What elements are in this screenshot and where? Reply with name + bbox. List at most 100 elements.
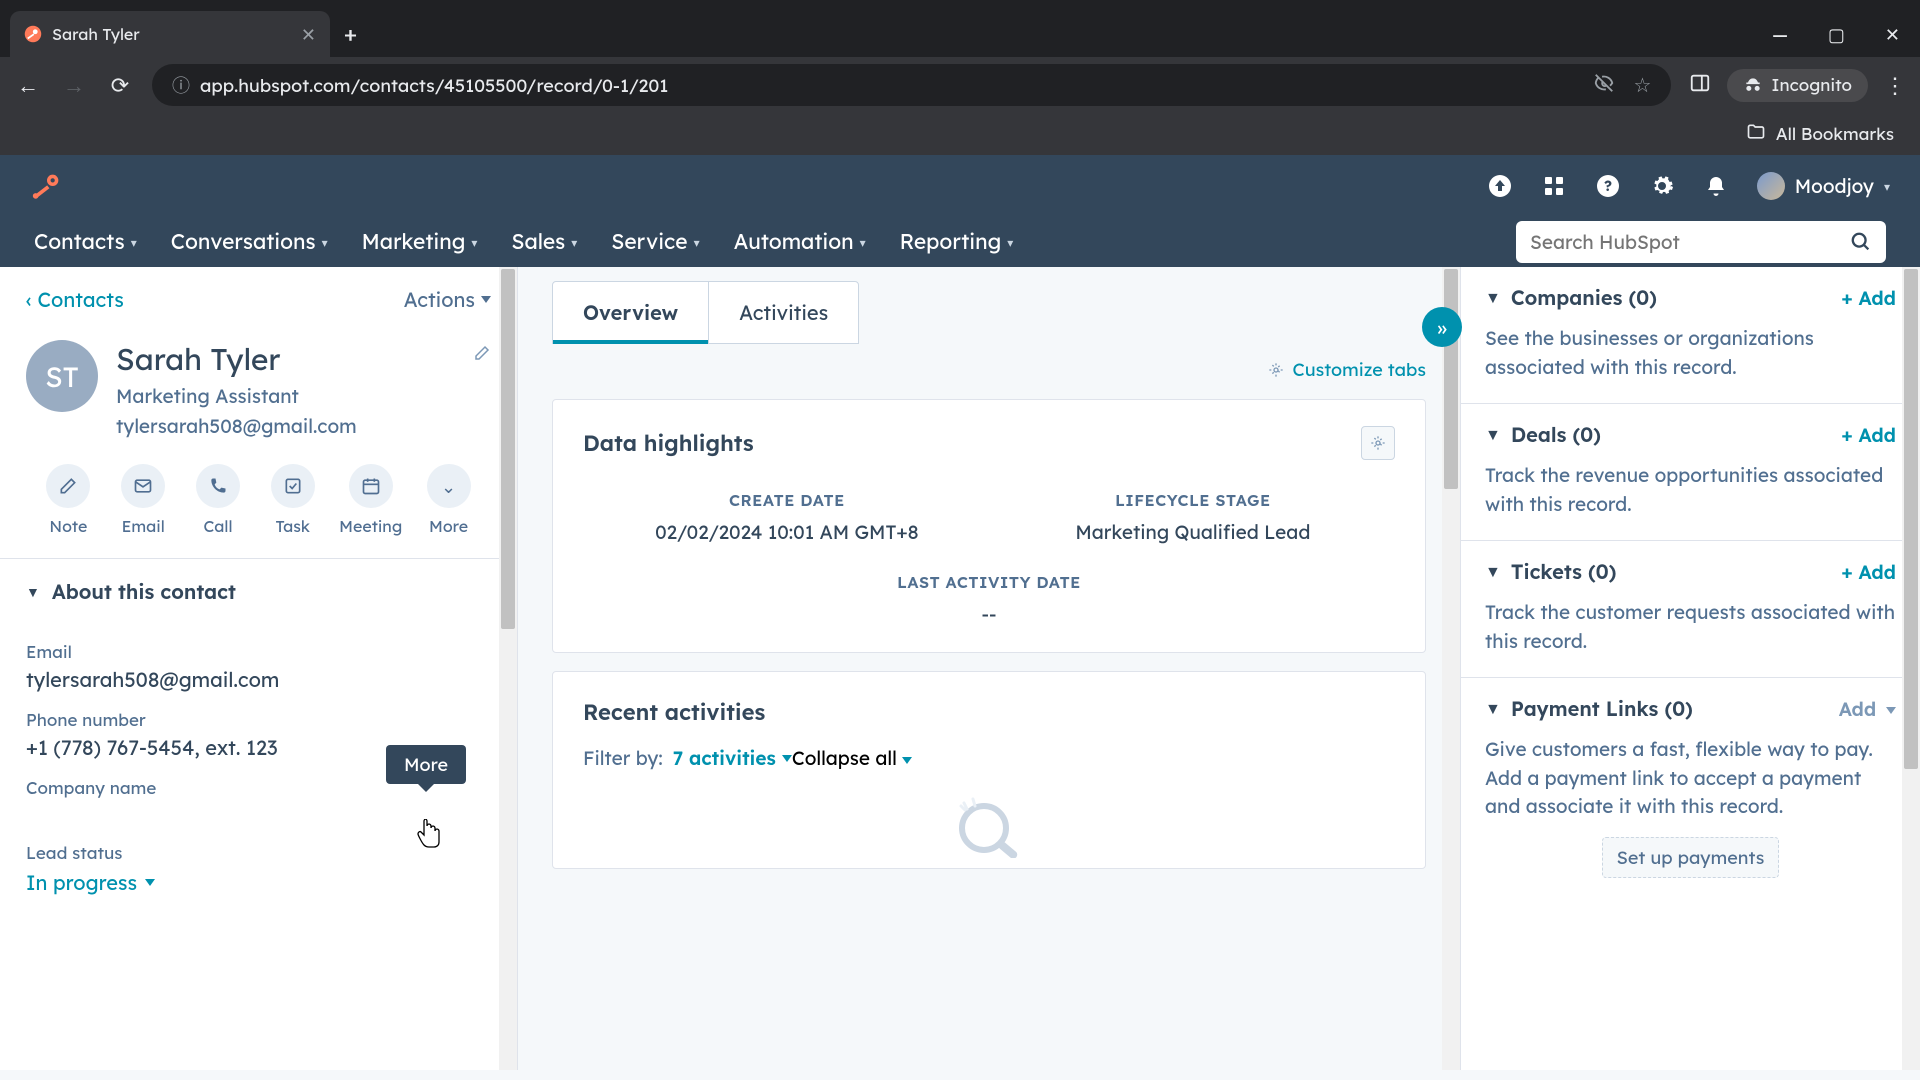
caret-down-icon (782, 755, 792, 762)
settings-gear-icon[interactable] (1649, 173, 1675, 199)
more-tooltip: More (386, 745, 466, 784)
global-search[interactable] (1516, 221, 1886, 263)
back-to-contacts-link[interactable]: ‹ Contacts (26, 287, 124, 312)
action-call[interactable]: Call (190, 464, 247, 536)
user-avatar-icon (1757, 172, 1785, 200)
last-activity-label: LAST ACTIVITY DATE (583, 572, 1395, 592)
nav-forward-icon[interactable]: → (60, 71, 88, 99)
marketplace-icon[interactable] (1541, 173, 1567, 199)
action-email[interactable]: Email (115, 464, 172, 536)
companies-panel: ▼ Companies (0) + Add See the businesses… (1461, 267, 1920, 404)
incognito-chip[interactable]: Incognito (1727, 69, 1868, 102)
payment-links-panel: ▼ Payment Links (0) Add Give customers a… (1461, 678, 1920, 900)
deals-add-button[interactable]: + Add (1841, 423, 1896, 447)
window-close-icon[interactable]: ✕ (1885, 23, 1900, 46)
companies-add-button[interactable]: + Add (1841, 286, 1896, 310)
hubspot-logo-icon[interactable] (30, 169, 64, 203)
deals-title[interactable]: Deals (0) (1511, 422, 1601, 447)
field-value-email[interactable]: tylersarah508@gmail.com (26, 667, 491, 692)
contact-email: tylersarah508@gmail.com (116, 414, 357, 438)
caret-down-icon[interactable]: ▼ (1485, 561, 1501, 582)
action-note[interactable]: Note (40, 464, 97, 536)
tickets-panel: ▼ Tickets (0) + Add Track the customer r… (1461, 541, 1920, 678)
nav-automation[interactable]: Automation▾ (734, 229, 866, 255)
nav-reload-icon[interactable]: ⟳ (106, 71, 134, 99)
about-contact-toggle[interactable]: ▼ About this contact (0, 558, 517, 624)
chevron-down-icon: ⌄ (441, 475, 456, 498)
bookmark-star-icon[interactable]: ☆ (1633, 72, 1651, 99)
field-label-phone: Phone number (26, 710, 491, 731)
hubspot-favicon-icon (24, 25, 42, 43)
svg-text:?: ? (1604, 176, 1612, 195)
nav-reporting[interactable]: Reporting▾ (900, 229, 1014, 255)
filter-activities-dropdown[interactable]: 7 activities (673, 746, 792, 770)
expand-right-button[interactable]: » (1422, 307, 1462, 347)
action-task[interactable]: Task (264, 464, 321, 536)
window-minimize-icon[interactable]: ― (1772, 23, 1788, 46)
nav-service[interactable]: Service▾ (611, 229, 699, 255)
action-meeting[interactable]: Meeting (339, 464, 402, 536)
tab-overview[interactable]: Overview (553, 282, 709, 343)
caret-down-icon[interactable]: ▼ (1485, 287, 1501, 308)
nav-contacts[interactable]: Contacts▾ (34, 229, 137, 255)
empty-state-illustration (583, 788, 1395, 858)
eye-off-icon[interactable] (1593, 72, 1615, 99)
search-input[interactable] (1530, 230, 1850, 254)
setup-payments-button[interactable]: Set up payments (1602, 837, 1780, 878)
recent-activities-card: Recent activities Filter by: 7 activitie… (552, 671, 1426, 869)
chrome-menu-icon[interactable]: ⋮ (1884, 71, 1906, 99)
payment-links-title[interactable]: Payment Links (0) (1511, 696, 1693, 721)
create-date-label: CREATE DATE (655, 490, 919, 510)
contact-name: Sarah Tyler (116, 340, 357, 378)
all-bookmarks-link[interactable]: All Bookmarks (1776, 124, 1894, 145)
companies-title[interactable]: Companies (0) (1511, 285, 1657, 310)
caret-down-icon (1886, 707, 1896, 714)
tickets-title[interactable]: Tickets (0) (1511, 559, 1617, 584)
lifecycle-stage-value: Marketing Qualified Lead (1063, 520, 1323, 544)
caret-down-icon[interactable]: ▼ (1485, 698, 1501, 719)
notifications-bell-icon[interactable] (1703, 173, 1729, 199)
nav-marketing[interactable]: Marketing▾ (362, 229, 478, 255)
center-scrollbar[interactable] (1442, 267, 1460, 1070)
user-menu[interactable]: Moodjoy ▾ (1757, 172, 1890, 200)
tab-activities[interactable]: Activities (709, 282, 858, 343)
right-scrollbar[interactable] (1902, 267, 1920, 1070)
incognito-label: Incognito (1771, 75, 1852, 96)
tickets-body: Track the customer requests associated w… (1485, 598, 1896, 655)
contact-avatar[interactable]: ST (26, 340, 98, 412)
url-bar[interactable]: ⓘ app.hubspot.com/contacts/45105500/reco… (152, 64, 1671, 106)
folder-icon (1746, 122, 1766, 147)
chevron-down-icon: ▾ (1884, 179, 1890, 194)
side-panel-icon[interactable] (1689, 72, 1711, 98)
caret-down-icon (902, 757, 912, 764)
companies-body: See the businesses or organizations asso… (1485, 324, 1896, 381)
tab-close-icon[interactable]: ✕ (301, 23, 316, 46)
site-info-icon[interactable]: ⓘ (172, 72, 190, 98)
help-icon[interactable]: ? (1595, 173, 1621, 199)
lead-status-select[interactable]: In progress (26, 870, 155, 895)
caret-down-icon[interactable]: ▼ (1485, 424, 1501, 445)
new-tab-button[interactable]: + (330, 11, 371, 57)
contact-role: Marketing Assistant (116, 384, 357, 408)
main-nav: Contacts▾ Conversations▾ Marketing▾ Sale… (0, 217, 1920, 267)
recent-activities-title: Recent activities (583, 698, 1395, 726)
left-scrollbar[interactable] (499, 267, 517, 1070)
collapse-all-link[interactable]: Collapse all (792, 746, 912, 770)
chevron-left-icon: ‹ (26, 287, 31, 312)
action-more[interactable]: ⌄More (420, 464, 477, 536)
browser-tab[interactable]: Sarah Tyler ✕ (10, 11, 330, 57)
window-maximize-icon[interactable]: ▢ (1828, 23, 1845, 46)
user-name: Moodjoy (1795, 174, 1874, 198)
customize-tabs-link[interactable]: Customize tabs (552, 358, 1426, 381)
nav-conversations[interactable]: Conversations▾ (171, 229, 328, 255)
edit-pencil-icon[interactable] (473, 344, 491, 367)
actions-menu[interactable]: Actions (404, 287, 491, 312)
data-highlights-settings-button[interactable] (1361, 426, 1395, 460)
nav-sales[interactable]: Sales▾ (511, 229, 577, 255)
field-value-company[interactable] (26, 803, 491, 825)
last-activity-value: -- (583, 602, 1395, 626)
tickets-add-button[interactable]: + Add (1841, 560, 1896, 584)
upgrade-icon[interactable] (1487, 173, 1513, 199)
nav-back-icon[interactable]: ← (14, 71, 42, 99)
payment-links-add-button[interactable]: Add (1839, 697, 1896, 721)
